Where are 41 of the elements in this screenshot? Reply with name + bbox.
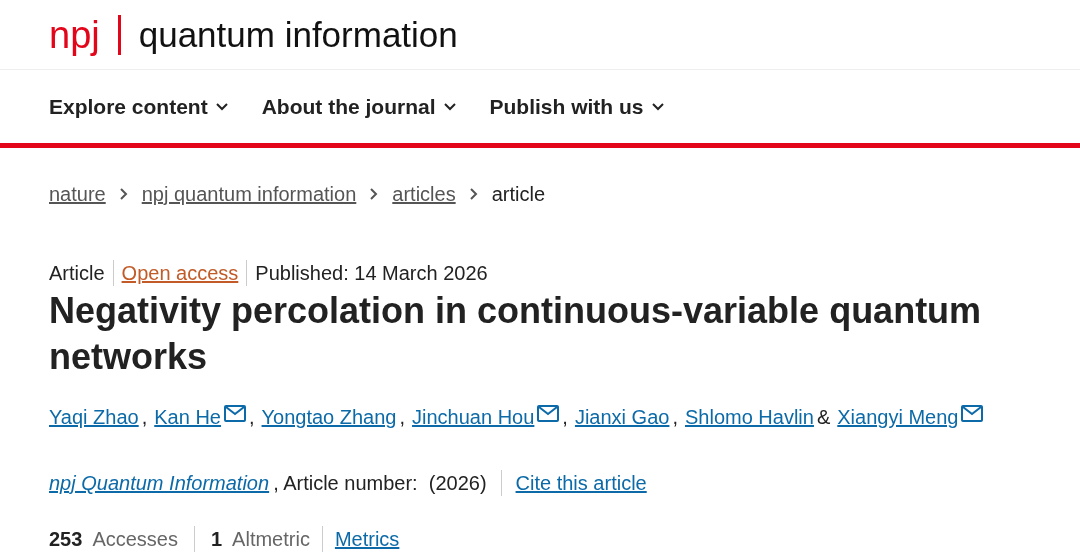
metric-count: 253 Accesses xyxy=(49,527,178,552)
author-link[interactable]: Yongtao Zhang xyxy=(261,402,397,432)
author-separator: , xyxy=(141,405,148,430)
article-title: Negativity percolation in continuous-variable quantum networks xyxy=(48,289,983,379)
nav-menu-button[interactable]: About the journal xyxy=(261,90,456,123)
author-link[interactable]: Jinchuan Hou xyxy=(412,402,535,432)
logo-brand[interactable]: npj xyxy=(49,15,100,54)
breadcrumb-link[interactable]: articles xyxy=(392,179,456,209)
author-link[interactable]: Jianxi Gao xyxy=(574,402,670,432)
author-separator: , xyxy=(672,405,678,430)
article-number: , Article number: (2026) xyxy=(273,471,487,496)
envelope-icon[interactable] xyxy=(223,405,246,423)
metric-count: 1 Altmetric xyxy=(210,527,310,552)
author-separator: & xyxy=(816,405,831,430)
open-access-link[interactable]: Open access xyxy=(121,258,239,288)
author-separator: , xyxy=(562,405,568,430)
envelope-icon[interactable] xyxy=(961,405,984,423)
metrics-link[interactable]: Metrics xyxy=(334,524,400,554)
envelope-icon[interactable] xyxy=(537,405,560,423)
cite-link[interactable]: Cite this article xyxy=(515,468,647,498)
chevron-down-icon xyxy=(215,102,228,111)
article-type: Article xyxy=(49,261,105,286)
author-link[interactable]: Yaqi Zhao xyxy=(49,402,139,432)
nav-menu-button[interactable]: Explore content xyxy=(49,90,228,123)
breadcrumb-link[interactable]: npj quantum information xyxy=(141,179,357,209)
author-link[interactable]: Xiangyi Meng xyxy=(837,402,959,432)
published-date: Published: 14 March 2026 xyxy=(255,261,488,286)
author-link[interactable]: Kan He xyxy=(154,402,221,432)
journal-link[interactable]: npj Quantum Information xyxy=(49,468,270,498)
chevron-down-icon xyxy=(651,102,664,111)
chevron-right-icon xyxy=(469,188,478,200)
breadcrumb-link[interactable]: nature xyxy=(49,179,106,209)
breadcrumb-current: article xyxy=(491,182,545,207)
chevron-right-icon xyxy=(370,188,379,200)
logo-journal[interactable]: quantum information xyxy=(138,17,458,52)
author-link[interactable]: Shlomo Havlin xyxy=(685,402,814,432)
author-separator: , xyxy=(248,405,255,430)
chevron-right-icon xyxy=(119,188,128,200)
author-separator: , xyxy=(399,405,406,430)
chevron-down-icon xyxy=(443,102,456,111)
nav-menu-button[interactable]: Publish with us xyxy=(489,90,664,123)
